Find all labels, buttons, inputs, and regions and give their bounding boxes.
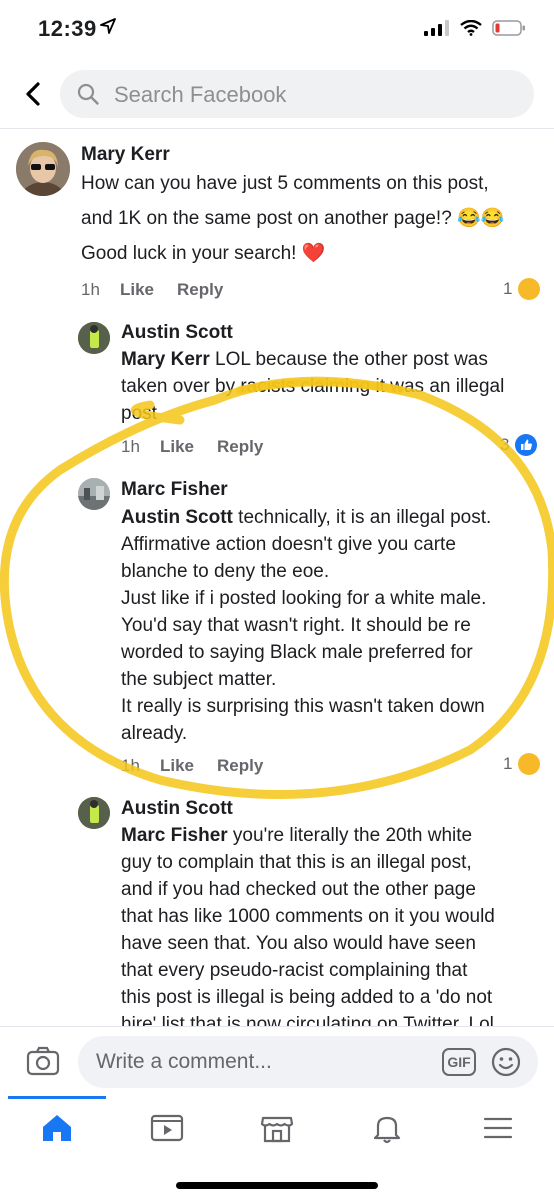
avatar-photo bbox=[16, 142, 70, 196]
reaction-count[interactable]: 3 bbox=[500, 434, 538, 456]
comment-text-line: Austin Scott technically, it is an illeg… bbox=[121, 504, 491, 531]
like-button[interactable]: Like bbox=[160, 756, 194, 776]
comment-text-line: taken over by racists claiming it was an… bbox=[121, 376, 505, 397]
comment-text-line: How can you have just 5 comments on this… bbox=[81, 173, 489, 194]
like-button[interactable]: Like bbox=[120, 280, 154, 300]
search-header: Search Facebook bbox=[0, 68, 554, 120]
comment-text-line: guy to complain that this is an illegal … bbox=[121, 852, 472, 873]
comment-text-line: this post is illegal is being added to a… bbox=[121, 987, 493, 1008]
comment-meta: 1h Like Reply bbox=[121, 437, 421, 459]
header-divider bbox=[0, 128, 554, 129]
comment-input[interactable]: Write a comment... GIF bbox=[78, 1036, 538, 1088]
search-icon bbox=[77, 83, 99, 105]
signal-icon bbox=[424, 20, 449, 36]
mention-link[interactable]: Marc Fisher bbox=[121, 825, 228, 846]
avatar[interactable] bbox=[16, 142, 70, 196]
menu-icon[interactable] bbox=[480, 1110, 516, 1146]
comment-text-line: Marc Fisher you're literally the 20th wh… bbox=[121, 822, 472, 849]
active-tab-indicator bbox=[8, 1096, 106, 1099]
wifi-icon bbox=[460, 20, 482, 36]
commenter-name[interactable]: Austin Scott bbox=[121, 322, 233, 344]
reaction-count[interactable]: 1 bbox=[503, 278, 541, 300]
gif-button[interactable]: GIF bbox=[442, 1048, 476, 1076]
like-button[interactable]: Like bbox=[160, 437, 194, 457]
marketplace-icon[interactable] bbox=[259, 1110, 295, 1146]
battery-icon bbox=[492, 20, 525, 36]
comment-time: 1h bbox=[121, 756, 140, 775]
comment-text-line: already. bbox=[121, 723, 188, 744]
reaction-count[interactable]: 1 bbox=[503, 753, 541, 775]
reply-button[interactable]: Reply bbox=[217, 756, 263, 776]
video-icon[interactable] bbox=[149, 1110, 185, 1146]
comment-text-line: and 1K on the same post on another page!… bbox=[81, 208, 505, 229]
comment-text-line: that has like 1000 comments on it you wo… bbox=[121, 906, 495, 927]
comment-text-line: that every pseudo-racist complaining tha… bbox=[121, 960, 468, 981]
composer-divider bbox=[0, 1026, 554, 1027]
comment-meta: 1h Like Reply bbox=[121, 756, 421, 778]
reaction-number: 1 bbox=[503, 754, 513, 773]
comment-text-line: Good luck in your search! ❤️ bbox=[81, 243, 326, 264]
comment-text-line: have seen that. You also would have seen bbox=[121, 933, 476, 954]
chevron-left-icon[interactable] bbox=[20, 80, 48, 108]
comment-text-line: the subject matter. bbox=[121, 669, 277, 690]
status-indicators bbox=[424, 20, 526, 36]
camera-icon[interactable] bbox=[26, 1046, 60, 1076]
smile-icon[interactable] bbox=[490, 1046, 522, 1078]
search-input[interactable]: Search Facebook bbox=[60, 70, 534, 118]
avatar-photo bbox=[78, 322, 110, 354]
reaction-number: 3 bbox=[500, 435, 510, 454]
bell-icon[interactable] bbox=[369, 1110, 405, 1146]
bottom-tab-bar bbox=[0, 1096, 554, 1166]
comment-text-line: You'd say that wasn't right. It should b… bbox=[121, 615, 471, 636]
comment-text-line: It really is surprising this wasn't take… bbox=[121, 696, 485, 717]
avatar-photo bbox=[78, 478, 110, 510]
avatar[interactable] bbox=[78, 797, 110, 829]
avatar-photo bbox=[78, 797, 110, 829]
status-bar: 12:39 bbox=[0, 0, 554, 60]
commenter-name[interactable]: Marc Fisher bbox=[121, 479, 228, 501]
comment-meta: 1h Like Reply bbox=[81, 280, 381, 302]
status-time: 12:39 bbox=[38, 16, 97, 41]
comment-text-line: and if you had checked out the other pag… bbox=[121, 879, 476, 900]
comment-text-line: post bbox=[121, 403, 157, 424]
comment-time: 1h bbox=[121, 437, 140, 456]
reply-button[interactable]: Reply bbox=[217, 437, 263, 457]
reply-button[interactable]: Reply bbox=[177, 280, 223, 300]
comment-text: you're literally the 20th white bbox=[227, 825, 473, 846]
location-arrow-icon bbox=[100, 18, 116, 34]
comment-text: LOL because the other post was bbox=[209, 349, 488, 370]
commenter-name[interactable]: Mary Kerr bbox=[81, 144, 170, 166]
like-reaction-icon bbox=[515, 434, 538, 456]
comment-composer: Write a comment... GIF bbox=[0, 1032, 554, 1092]
comment-placeholder: Write a comment... bbox=[96, 1050, 272, 1073]
comment-text-line: blanche to deny the eoe. bbox=[121, 561, 330, 582]
haha-emoji-icon bbox=[518, 753, 541, 775]
commenter-name[interactable]: Austin Scott bbox=[121, 798, 233, 820]
home-indicator bbox=[176, 1182, 378, 1189]
haha-emoji-icon bbox=[518, 278, 541, 300]
reaction-number: 1 bbox=[503, 279, 513, 298]
comment-text: technically, it is an illegal post. bbox=[232, 507, 492, 528]
avatar[interactable] bbox=[78, 322, 110, 354]
mention-link[interactable]: Austin Scott bbox=[121, 507, 233, 528]
comment-text-line: Just like if i posted looking for a whit… bbox=[121, 588, 487, 609]
search-placeholder: Search Facebook bbox=[114, 82, 287, 107]
comment-text-line: worded to saying Black male preferred fo… bbox=[121, 642, 473, 663]
comment-text-line: Mary Kerr LOL because the other post was bbox=[121, 346, 488, 373]
mention-link[interactable]: Mary Kerr bbox=[121, 349, 210, 370]
home-icon[interactable] bbox=[39, 1110, 75, 1146]
avatar[interactable] bbox=[78, 478, 110, 510]
comment-text-line: Affirmative action doesn't give you cart… bbox=[121, 534, 456, 555]
comment-text-line: hire' list that is now circulating on Tw… bbox=[121, 1014, 494, 1026]
comment-time: 1h bbox=[81, 280, 100, 299]
